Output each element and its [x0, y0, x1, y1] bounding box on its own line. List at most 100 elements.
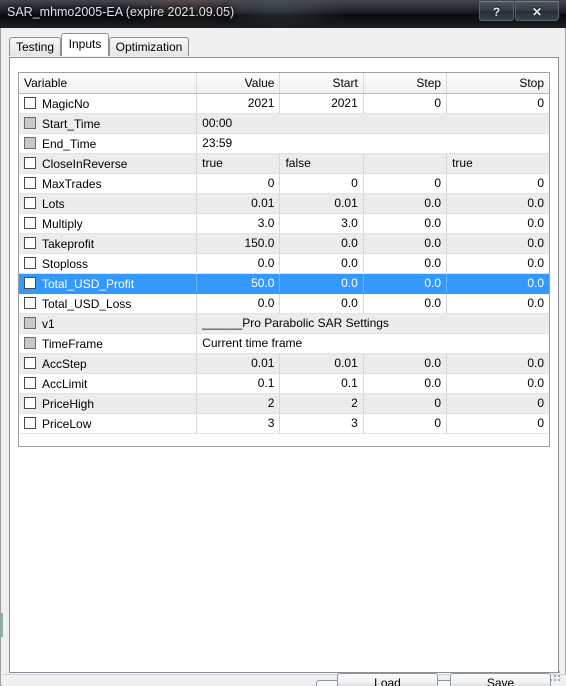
- cell-value[interactable]: Current time frame: [196, 333, 549, 354]
- help-button[interactable]: ?: [479, 1, 514, 21]
- cell-variable[interactable]: AccLimit: [19, 373, 198, 394]
- table-row[interactable]: Multiply 3.0 3.0 0.0 0.0: [19, 213, 549, 234]
- cell-variable[interactable]: End_Time: [19, 133, 198, 154]
- cell-value[interactable]: 0: [196, 173, 281, 194]
- column-header-value[interactable]: Value: [196, 73, 281, 94]
- cell-stop[interactable]: 0.0: [446, 253, 549, 274]
- cell-step[interactable]: 0.0: [363, 373, 448, 394]
- row-checkbox[interactable]: [24, 216, 36, 229]
- cell-variable[interactable]: Total_USD_Profit: [19, 273, 198, 294]
- cell-start[interactable]: 0.0: [279, 273, 364, 294]
- cell-variable[interactable]: Multiply: [19, 213, 198, 234]
- cell-value[interactable]: 23:59: [196, 133, 549, 154]
- cell-value[interactable]: ______Pro Parabolic SAR Settings: [196, 313, 549, 334]
- cell-stop[interactable]: 0.0: [446, 353, 549, 374]
- cell-variable[interactable]: CloseInReverse: [19, 153, 198, 174]
- cell-value[interactable]: 3.0: [196, 213, 281, 234]
- cell-start[interactable]: 3.0: [279, 213, 364, 234]
- cell-stop[interactable]: 0: [446, 393, 549, 414]
- table-row[interactable]: Stoploss 0.0 0.0 0.0 0.0: [19, 253, 549, 274]
- cell-value[interactable]: 2021: [196, 93, 281, 114]
- inputs-table-container[interactable]: Variable Value Start Step Stop MagicNo 20…: [18, 72, 550, 447]
- cell-value[interactable]: 50.0: [196, 273, 281, 294]
- cell-stop[interactable]: 0.0: [446, 193, 549, 214]
- cell-start[interactable]: 2021: [279, 93, 364, 114]
- cell-start[interactable]: 0: [279, 173, 364, 194]
- cell-start[interactable]: 0.0: [279, 293, 364, 314]
- column-header-stop[interactable]: Stop: [446, 73, 549, 94]
- cell-start[interactable]: 0.1: [279, 373, 364, 394]
- row-checkbox[interactable]: [24, 296, 36, 309]
- table-row[interactable]: Start_Time 00:00: [19, 113, 549, 134]
- cell-step[interactable]: 0.0: [363, 253, 448, 274]
- table-row[interactable]: MagicNo 2021 2021 0 0: [19, 93, 549, 114]
- cell-step[interactable]: 0: [363, 173, 448, 194]
- table-row[interactable]: Lots 0.01 0.01 0.0 0.0: [19, 193, 549, 214]
- cell-variable[interactable]: MaxTrades: [19, 173, 198, 194]
- row-checkbox[interactable]: [24, 256, 36, 269]
- cell-variable[interactable]: Lots: [19, 193, 198, 214]
- cell-step[interactable]: [363, 153, 448, 174]
- cell-step[interactable]: 0: [363, 93, 448, 114]
- cell-step[interactable]: 0.0: [363, 213, 448, 234]
- table-row[interactable]: PriceHigh 2 2 0 0: [19, 393, 549, 414]
- cell-variable[interactable]: AccStep: [19, 353, 198, 374]
- row-checkbox[interactable]: [24, 236, 36, 249]
- cell-variable[interactable]: TimeFrame: [19, 333, 198, 354]
- table-row[interactable]: CloseInReverse true false true: [19, 153, 549, 174]
- row-checkbox[interactable]: [24, 356, 36, 369]
- cell-start[interactable]: false: [279, 153, 364, 174]
- cell-value[interactable]: 0.01: [196, 353, 281, 374]
- cell-variable[interactable]: Start_Time: [19, 113, 198, 134]
- cell-stop[interactable]: 0: [446, 413, 549, 434]
- table-row[interactable]: Total_USD_Profit 50.0 0.0 0.0 0.0: [19, 273, 549, 294]
- cell-variable[interactable]: Stoploss: [19, 253, 198, 274]
- row-checkbox[interactable]: [24, 276, 36, 289]
- cell-start[interactable]: 0.01: [279, 353, 364, 374]
- cell-step[interactable]: 0.0: [363, 193, 448, 214]
- column-header-step[interactable]: Step: [363, 73, 448, 94]
- table-row[interactable]: Takeprofit 150.0 0.0 0.0 0.0: [19, 233, 549, 254]
- table-row[interactable]: PriceLow 3 3 0 0: [19, 413, 549, 434]
- cell-stop[interactable]: 0: [446, 93, 549, 114]
- load-button[interactable]: Load: [337, 673, 438, 686]
- row-checkbox[interactable]: [24, 156, 36, 169]
- cell-start[interactable]: 0.0: [279, 233, 364, 254]
- title-bar[interactable]: SAR_mhmo2005-EA (expire 2021.09.05) ? ✕: [0, 0, 566, 28]
- cell-variable[interactable]: Total_USD_Loss: [19, 293, 198, 314]
- cell-start[interactable]: 0.0: [279, 253, 364, 274]
- cell-variable[interactable]: Takeprofit: [19, 233, 198, 254]
- row-checkbox[interactable]: [24, 376, 36, 389]
- cell-stop[interactable]: true: [446, 153, 549, 174]
- tab-optimization[interactable]: Optimization: [109, 37, 189, 56]
- close-button[interactable]: ✕: [515, 1, 559, 21]
- cell-stop[interactable]: 0.0: [446, 233, 549, 254]
- column-header-start[interactable]: Start: [279, 73, 364, 94]
- cell-variable[interactable]: PriceHigh: [19, 393, 198, 414]
- cell-step[interactable]: 0.0: [363, 353, 448, 374]
- tab-inputs[interactable]: Inputs: [61, 33, 109, 56]
- cell-stop[interactable]: 0: [446, 173, 549, 194]
- cell-value[interactable]: 2: [196, 393, 281, 414]
- cell-variable[interactable]: MagicNo: [19, 93, 198, 114]
- row-checkbox[interactable]: [24, 196, 36, 209]
- cell-step[interactable]: 0.0: [363, 293, 448, 314]
- column-header-variable[interactable]: Variable: [19, 73, 198, 94]
- table-row[interactable]: MaxTrades 0 0 0 0: [19, 173, 549, 194]
- table-row[interactable]: End_Time 23:59: [19, 133, 549, 154]
- row-checkbox[interactable]: [24, 96, 36, 109]
- cell-start[interactable]: 2: [279, 393, 364, 414]
- cell-step[interactable]: 0: [363, 413, 448, 434]
- table-row[interactable]: AccLimit 0.1 0.1 0.0 0.0: [19, 373, 549, 394]
- cell-stop[interactable]: 0.0: [446, 373, 549, 394]
- tab-testing[interactable]: Testing: [9, 37, 61, 56]
- cell-stop[interactable]: 0.0: [446, 213, 549, 234]
- row-checkbox[interactable]: [24, 176, 36, 189]
- cell-value[interactable]: 0.01: [196, 193, 281, 214]
- table-row[interactable]: TimeFrame Current time frame: [19, 333, 549, 354]
- table-row[interactable]: Total_USD_Loss 0.0 0.0 0.0 0.0: [19, 293, 549, 314]
- cell-stop[interactable]: 0.0: [446, 273, 549, 294]
- cell-step[interactable]: 0.0: [363, 273, 448, 294]
- cell-value[interactable]: 150.0: [196, 233, 281, 254]
- cell-value[interactable]: 0.1: [196, 373, 281, 394]
